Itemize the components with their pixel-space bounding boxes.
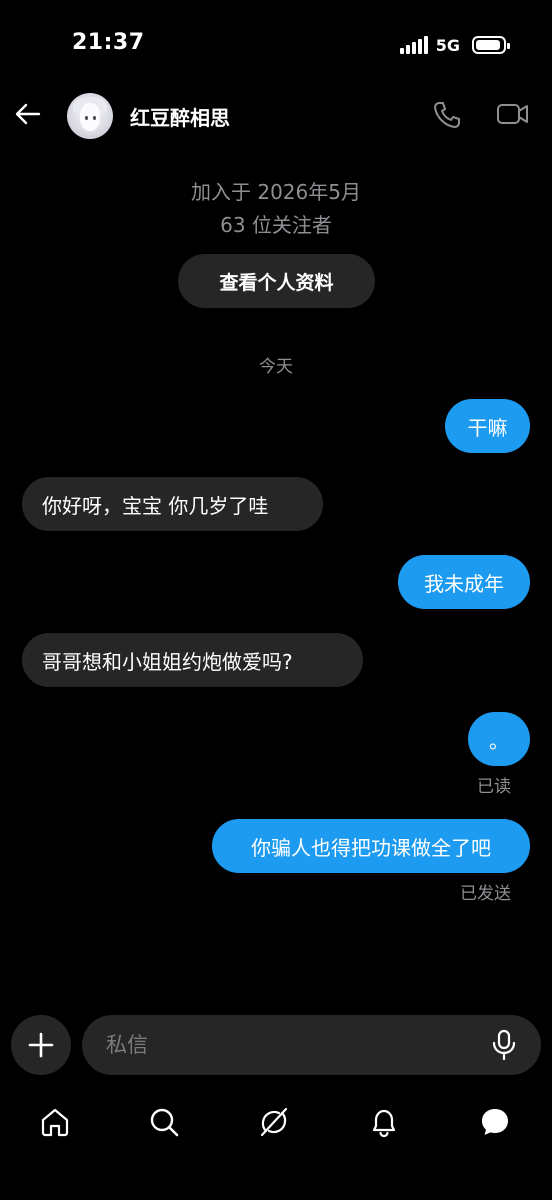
message-bubble-outgoing[interactable]: 你骗人也得把功课做全了吧	[212, 819, 530, 873]
nav-messages[interactable]	[477, 1104, 513, 1140]
nav-grok[interactable]	[256, 1104, 292, 1140]
joined-date: 加入于 2026年5月	[191, 180, 361, 204]
message-composer	[82, 1015, 541, 1075]
back-button[interactable]	[12, 98, 44, 130]
video-call-button[interactable]	[496, 100, 532, 132]
microphone-icon	[492, 1029, 516, 1061]
sent-receipt: 已发送	[460, 884, 511, 904]
status-bar: 21:37 5G	[0, 0, 552, 90]
date-separator: 今天	[259, 357, 293, 377]
status-indicators: 5G	[399, 34, 510, 56]
message-bubble-incoming[interactable]: 哥哥想和小姐姐约炮做爱吗?	[22, 633, 363, 687]
nav-home[interactable]	[37, 1104, 73, 1140]
status-time: 21:37	[72, 30, 145, 55]
notifications-bell-icon	[372, 1109, 396, 1138]
nav-notifications[interactable]	[366, 1104, 402, 1140]
message-input[interactable]	[106, 1015, 486, 1075]
grok-icon	[260, 1107, 288, 1137]
add-attachment-button[interactable]	[11, 1015, 71, 1075]
contact-name[interactable]: 红豆醉相思	[130, 102, 230, 131]
message-bubble-outgoing[interactable]: 。	[468, 712, 530, 766]
avatar[interactable]	[67, 93, 113, 139]
voice-message-button[interactable]	[489, 1029, 521, 1061]
back-arrow-icon	[15, 103, 41, 125]
message-bubble-incoming[interactable]: 你好呀，宝宝 你几岁了哇	[22, 477, 323, 531]
messages-icon	[482, 1109, 508, 1135]
conversation-header: 红豆醉相思	[0, 90, 552, 142]
network-type: 5G	[435, 35, 460, 55]
search-icon	[150, 1108, 179, 1137]
plus-icon	[28, 1032, 54, 1058]
follower-count: 63 位关注者	[220, 213, 332, 237]
view-profile-button[interactable]: 查看个人资料	[178, 254, 375, 308]
read-receipt: 已读	[477, 777, 511, 797]
message-bubble-outgoing[interactable]: 干嘛	[445, 399, 530, 453]
bottom-navigation	[0, 1096, 552, 1146]
home-icon	[41, 1108, 69, 1137]
battery-icon	[472, 36, 510, 54]
nav-search[interactable]	[146, 1104, 182, 1140]
signal-icon	[399, 36, 428, 54]
phone-icon	[434, 102, 460, 128]
message-bubble-outgoing[interactable]: 我未成年	[398, 555, 530, 609]
video-icon	[497, 104, 528, 124]
call-button[interactable]	[432, 100, 464, 132]
